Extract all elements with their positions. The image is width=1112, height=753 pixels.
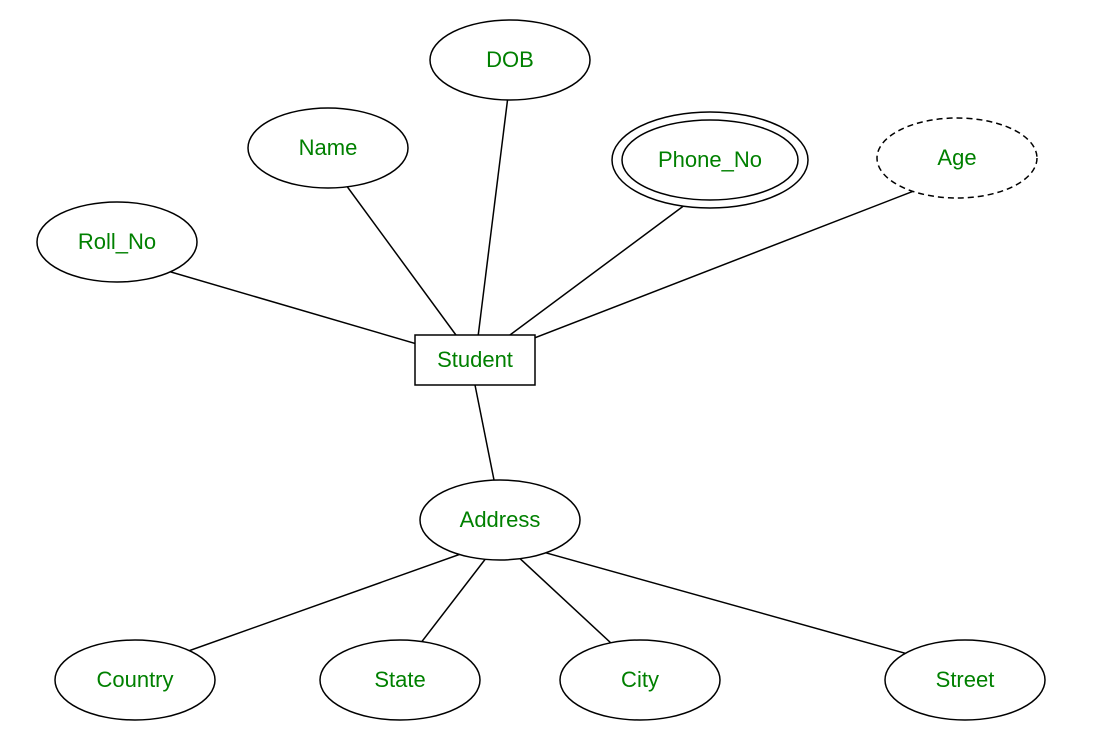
address-label: Address [460, 507, 541, 533]
student-label: Student [437, 347, 513, 373]
age-label: Age [937, 145, 976, 171]
dob-label: DOB [486, 47, 534, 73]
er-diagram-svg [0, 0, 1112, 753]
name-label: Name [299, 135, 358, 161]
phoneno-label: Phone_No [658, 147, 762, 173]
line-student-dob [475, 80, 510, 361]
city-label: City [621, 667, 659, 693]
rollno-label: Roll_No [78, 229, 156, 255]
country-label: Country [96, 667, 173, 693]
state-label: State [374, 667, 425, 693]
street-label: Street [936, 667, 995, 693]
line-student-name [335, 170, 475, 361]
